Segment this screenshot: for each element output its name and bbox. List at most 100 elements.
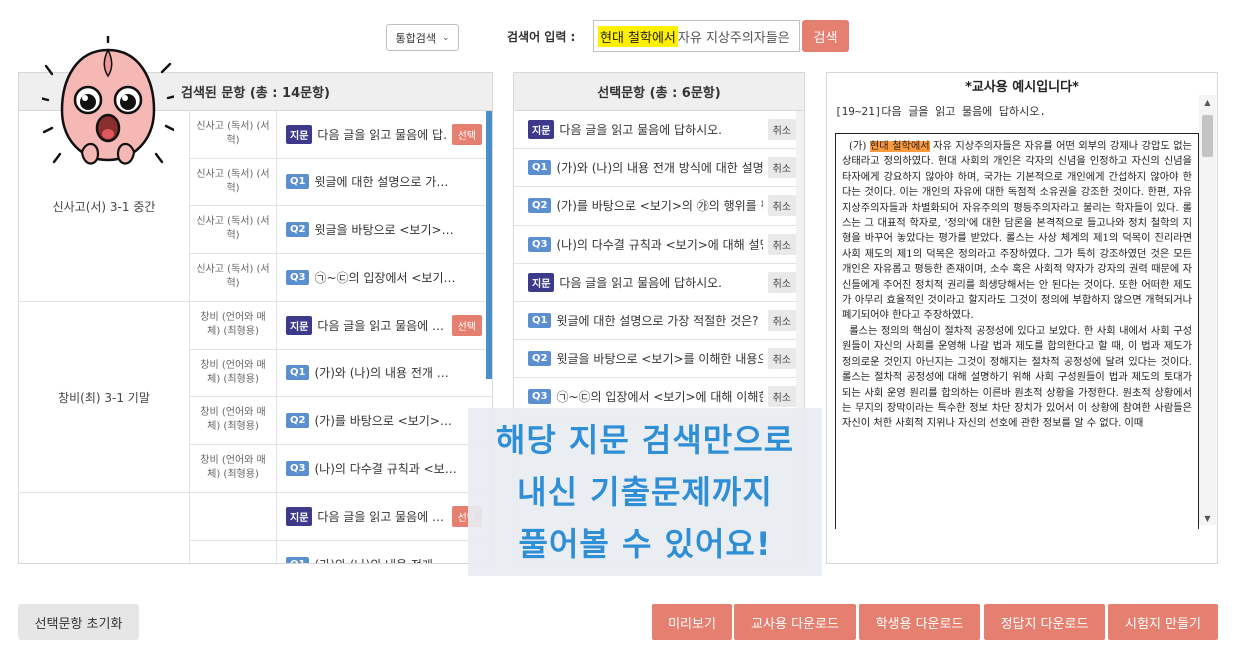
result-group-name — [19, 493, 190, 563]
selected-item-text: ㉠~㉢의 입장에서 <보기>에 대해 이해한 것 — [556, 390, 763, 405]
result-source: 신사고 (독서) (서혁) — [190, 253, 277, 301]
question-badge: Q1 — [286, 365, 310, 381]
result-source: 창비 (언어와 매체) (최형용) — [190, 397, 277, 444]
result-group-name: 창비(최) 3-1 기말 — [19, 302, 190, 492]
preview-passage: (가) 현대 철학에서 자유 지상주의자들은 자유를 어떤 외부의 강제나 강압… — [835, 133, 1199, 529]
promo-line-1: 해당 지문 검색만으로 — [495, 421, 795, 459]
selected-item-text: 윗글을 바탕으로 <보기>를 이해한 내용으로 — [556, 352, 763, 367]
selected-item[interactable]: Q1 윗글에 대한 설명으로 가장 적절한 것은? 취소 — [514, 302, 804, 341]
result-text: ㉠~㉢의 입장에서 <보기… — [314, 270, 456, 285]
selected-item-text: (나)의 다수결 규칙과 <보기>에 대해 설명한 — [556, 237, 763, 252]
selected-item[interactable]: Q2 윗글을 바탕으로 <보기>를 이해한 내용으로 취소 — [514, 340, 804, 379]
promo-line-3: 풀어볼 수 있어요! — [518, 525, 772, 563]
selected-item[interactable]: Q2 (가)를 바탕으로 <보기>의 ㉮의 행위를 평가할 취소 — [514, 187, 804, 226]
question-badge: Q1 — [286, 174, 310, 190]
result-source: 신사고 (독서) (서혁) — [190, 111, 277, 158]
student-download-button[interactable]: 학생용 다운로드 — [859, 604, 980, 640]
result-row[interactable]: 창비 (언어와 매체) (최형용) Q2 (가)를 바탕으로 <보기>… — [190, 397, 492, 445]
question-badge: Q2 — [286, 412, 310, 428]
result-group: 지문다음 글을 읽고 물음에 …선택Q1(가)와 (나)의 내용 전개 … — [19, 493, 492, 563]
result-source: 신사고 (독서) (서혁) — [190, 158, 277, 205]
result-text: 윗글을 바탕으로 <보기>… — [314, 222, 454, 237]
result-row[interactable]: 신사고 (독서) (서혁) 지문 다음 글을 읽고 물음에 답… 선택 — [190, 111, 492, 159]
search-type-select[interactable]: 통합검색 ⌄ — [386, 24, 459, 51]
question-badge: Q2 — [286, 221, 310, 237]
result-row[interactable]: 지문 다음 글을 읽고 물음에 … 선택 — [190, 493, 492, 541]
promo-line-2: 내신 기출문제까지 — [517, 473, 773, 511]
result-row[interactable]: Q1 (가)와 (나)의 내용 전개 … — [190, 540, 492, 563]
scroll-up-arrow-icon[interactable]: ▲ — [1199, 95, 1216, 109]
preview-instruction: [19~21]다음 글을 읽고 물음에 답하시오. — [835, 105, 1047, 118]
search-type-label: 통합검색 — [395, 31, 436, 45]
teacher-download-button[interactable]: 교사용 다운로드 — [734, 604, 856, 640]
remove-button[interactable]: 취소 — [767, 271, 796, 293]
question-badge: Q3 — [286, 460, 310, 476]
preview-scrollbar[interactable]: ▲ ▼ — [1199, 95, 1216, 525]
remove-button[interactable]: 취소 — [767, 386, 796, 408]
search-button[interactable]: 검색 — [802, 20, 849, 52]
selected-item[interactable]: 지문 다음 글을 읽고 물음에 답하시오. 취소 — [514, 111, 804, 150]
promo-overlay: 해당 지문 검색만으로 내신 기출문제까지 풀어볼 수 있어요! — [468, 408, 822, 576]
peach-mascot-icon — [42, 36, 174, 165]
passage-badge: 지문 — [286, 315, 313, 335]
passage-badge: 지문 — [528, 272, 555, 292]
question-badge: Q1 — [286, 556, 310, 563]
preview-title: *교사용 예시입니다* — [965, 80, 1079, 95]
selected-item[interactable]: Q3 (나)의 다수결 규칙과 <보기>에 대해 설명한 취소 — [514, 226, 804, 264]
select-button[interactable]: 선택 — [451, 314, 482, 336]
selected-item[interactable]: Q1 (가)와 (나)의 내용 전개 방식에 대한 설명으로 취소 — [514, 149, 804, 188]
passage-paragraph-1: (가) 현대 철학에서 자유 지상주의자들은 자유를 어떤 외부의 강제나 강압… — [842, 139, 1192, 324]
remove-button[interactable]: 취소 — [767, 233, 796, 255]
remove-button[interactable]: 취소 — [767, 195, 796, 217]
result-content: Q2 (가)를 바탕으로 <보기>… — [277, 397, 492, 444]
result-text: 다음 글을 읽고 물음에 … — [317, 509, 445, 524]
preview-panel: *교사용 예시입니다* [19~21]다음 글을 읽고 물음에 답하시오. (가… — [826, 72, 1218, 564]
remove-button[interactable]: 취소 — [767, 348, 796, 370]
result-row[interactable]: 신사고 (독서) (서혁) Q3 ㉠~㉢의 입장에서 <보기… — [190, 253, 492, 301]
question-badge: Q2 — [528, 351, 552, 367]
chevron-down-icon: ⌄ — [441, 32, 450, 43]
passage-text-1: 자유 지상주의자들은 자유를 어떤 외부의 강제나 강압도 없는 상태라고 정의… — [842, 141, 1193, 322]
result-row[interactable]: 창비 (언어와 매체) (최형용) Q1 (가)와 (나)의 내용 전개 … — [190, 349, 492, 397]
results-scrollbar[interactable] — [486, 111, 492, 379]
result-content: 지문 다음 글을 읽고 물음에 … 선택 — [277, 493, 492, 540]
app-root: 통합검색 ⌄ 검색어 입력 : 현대 철학에서 자유 지상주의자들은 검색 검색… — [0, 0, 1239, 654]
result-row[interactable]: 신사고 (독서) (서혁) Q1 윗글에 대한 설명으로 가… — [190, 158, 492, 206]
result-content: Q1 윗글에 대한 설명으로 가… — [277, 159, 492, 206]
scroll-thumb[interactable] — [1202, 115, 1213, 157]
remove-button[interactable]: 취소 — [767, 157, 796, 179]
make-exam-button[interactable]: 시험지 만들기 — [1108, 604, 1218, 640]
selected-title: 선택문항 (총 : 6문항) — [514, 73, 804, 111]
result-row[interactable]: 창비 (언어와 매체) (최형용) 지문 다음 글을 읽고 물음에 … 선택 — [190, 302, 492, 350]
passage-badge: 지문 — [286, 506, 313, 526]
selected-item[interactable]: 지문 다음 글을 읽고 물음에 답하시오. 취소 — [514, 264, 804, 302]
selected-item-text: 윗글에 대한 설명으로 가장 적절한 것은? — [556, 314, 759, 329]
selected-item-text: (가)를 바탕으로 <보기>의 ㉮의 행위를 평가할 — [556, 199, 762, 214]
passage-text-2: 롤스는 정의의 핵심이 절차적 공정성에 있다고 보았다. 한 사회 내에서 사… — [842, 325, 1193, 430]
search-query-highlight: 현대 철학에서 — [598, 25, 678, 47]
preview-document: [19~21]다음 글을 읽고 물음에 답하시오. (가) 현대 철학에서 자유… — [835, 99, 1199, 529]
scroll-down-arrow-icon[interactable]: ▼ — [1199, 511, 1216, 525]
reset-selection-button[interactable]: 선택문항 초기화 — [18, 604, 139, 640]
result-source — [190, 540, 277, 563]
remove-button[interactable]: 취소 — [767, 310, 796, 332]
result-row[interactable]: 창비 (언어와 매체) (최형용) Q3 (나)의 다수결 규칙과 <보… — [190, 444, 492, 492]
search-label: 검색어 입력 : — [507, 30, 576, 44]
search-input[interactable]: 현대 철학에서 자유 지상주의자들은 — [593, 20, 800, 52]
result-text: (가)와 (나)의 내용 전개 … — [314, 556, 482, 563]
result-text: (가)를 바탕으로 <보기>… — [314, 413, 452, 428]
preview-button[interactable]: 미리보기 — [652, 604, 732, 640]
answer-download-button[interactable]: 정답지 다운로드 — [984, 604, 1105, 640]
search-query-rest: 자유 지상주의자들은 — [677, 30, 790, 46]
result-source — [190, 493, 277, 540]
question-badge: Q3 — [286, 269, 310, 285]
result-content: Q1 (가)와 (나)의 내용 전개 … — [277, 350, 492, 397]
select-button[interactable]: 선택 — [451, 123, 482, 145]
question-badge: Q2 — [528, 198, 552, 214]
remove-button[interactable]: 취소 — [767, 119, 796, 141]
question-badge: Q3 — [528, 389, 552, 405]
result-row[interactable]: 신사고 (독서) (서혁) Q2 윗글을 바탕으로 <보기>… — [190, 206, 492, 254]
result-text: 다음 글을 읽고 물음에 답… — [317, 127, 447, 142]
result-content: 지문 다음 글을 읽고 물음에 답… 선택 — [277, 111, 492, 158]
passage-highlight: 현대 철학에서 — [869, 141, 930, 152]
